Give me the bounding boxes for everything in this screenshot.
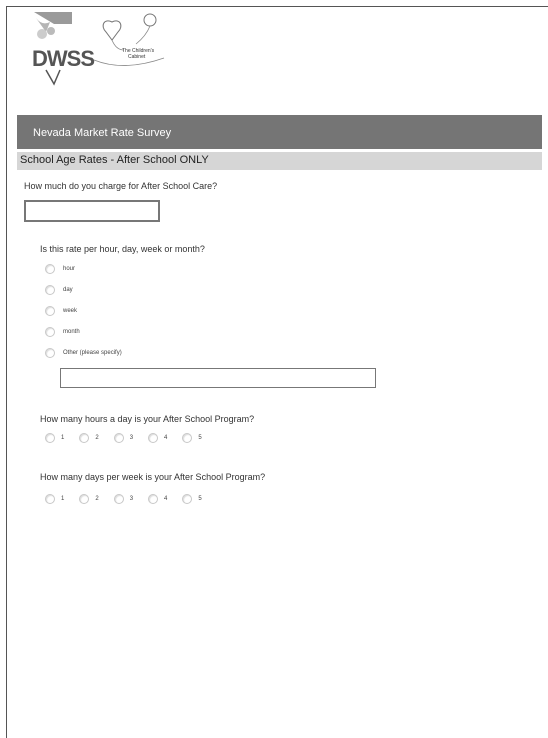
question-hours-per-day: How many hours a day is your After Schoo… (40, 414, 255, 424)
days-option-label: 2 (95, 496, 99, 502)
rate-option-label: week (63, 308, 78, 314)
rate-option-hour[interactable]: hour (45, 264, 75, 274)
days-scale: 1 2 3 4 5 (45, 494, 217, 504)
hours-option-label: 2 (95, 435, 99, 441)
hours-option-label: 4 (164, 435, 168, 441)
radio-button[interactable] (79, 433, 90, 443)
other-specify-input[interactable] (60, 368, 376, 388)
radio-button[interactable] (113, 494, 124, 504)
hours-option-3[interactable]: 3 (113, 433, 134, 443)
radio-button[interactable] (113, 433, 124, 443)
days-option-label: 1 (61, 496, 65, 502)
survey-title: Nevada Market Rate Survey (33, 127, 172, 139)
hours-scale: 1 2 3 4 5 (45, 433, 217, 443)
logos: DWSS The Children's Cabinet (32, 12, 165, 86)
rate-option-label: day (63, 287, 73, 293)
radio-button[interactable] (45, 327, 55, 337)
childrens-cabinet-logo: The Children's Cabinet (93, 13, 165, 66)
question-rate-period: Is this rate per hour, day, week or mont… (40, 244, 205, 254)
dwss-logo: DWSS (32, 12, 95, 86)
rate-option-week[interactable]: week (45, 306, 77, 316)
charge-input[interactable] (24, 200, 160, 222)
rate-option-other[interactable]: Other (please specify) (45, 348, 122, 358)
hours-option-5[interactable]: 5 (182, 433, 202, 443)
rate-option-month[interactable]: month (45, 327, 80, 337)
days-option-2[interactable]: 2 (79, 494, 99, 504)
days-option-4[interactable]: 4 (148, 494, 167, 504)
radio-button[interactable] (79, 494, 90, 504)
rate-option-label: month (63, 329, 80, 335)
hours-option-label: 1 (61, 435, 65, 441)
radio-button[interactable] (45, 494, 55, 504)
survey-header: Nevada Market Rate Survey (17, 115, 542, 149)
svg-text:DWSS: DWSS (32, 46, 94, 71)
question-days-per-week: How many days per week is your After Sch… (40, 472, 266, 482)
days-option-1[interactable]: 1 (45, 494, 64, 504)
radio-button[interactable] (45, 348, 55, 358)
radio-button[interactable] (182, 494, 193, 504)
hours-option-2[interactable]: 2 (79, 433, 99, 443)
days-option-5[interactable]: 5 (182, 494, 202, 504)
section-title: School Age Rates - After School ONLY (20, 154, 209, 166)
radio-button[interactable] (45, 285, 55, 295)
rate-option-day[interactable]: day (45, 285, 73, 295)
rate-option-label: Other (please specify) (63, 350, 122, 356)
hours-option-1[interactable]: 1 (45, 433, 64, 443)
radio-button[interactable] (45, 306, 55, 316)
days-option-label: 5 (198, 496, 202, 502)
radio-button[interactable] (182, 433, 193, 443)
hours-option-4[interactable]: 4 (148, 433, 167, 443)
hours-option-label: 3 (129, 435, 134, 441)
days-option-label: 3 (129, 496, 134, 502)
radio-button[interactable] (45, 264, 55, 274)
hours-option-label: 5 (198, 435, 202, 441)
radio-button[interactable] (148, 494, 159, 504)
svg-text:Cabinet: Cabinet (128, 54, 146, 60)
radio-button[interactable] (45, 433, 55, 443)
question-charge: How much do you charge for After School … (24, 181, 218, 191)
section-header: School Age Rates - After School ONLY (17, 152, 542, 170)
rate-option-label: hour (63, 266, 76, 272)
days-option-3[interactable]: 3 (113, 494, 134, 504)
radio-button[interactable] (148, 433, 159, 443)
days-option-label: 4 (164, 496, 168, 502)
